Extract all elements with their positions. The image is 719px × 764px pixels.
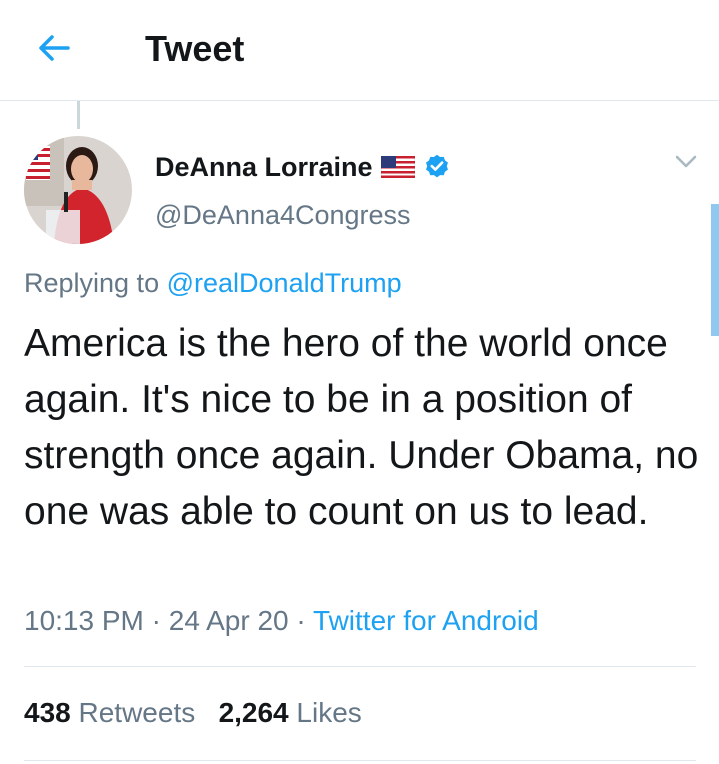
tweet-text: America is the hero of the world once ag…: [24, 322, 699, 533]
retweets-count: 438: [24, 697, 71, 728]
avatar-photo: [24, 136, 132, 244]
tweet-stats: 438 Retweets 2,264 Likes: [24, 697, 362, 729]
tweet-date: 24 Apr 20: [168, 605, 289, 636]
divider: [24, 666, 696, 667]
scrollbar[interactable]: [711, 204, 719, 336]
thread-connector-line: [77, 101, 80, 129]
replying-to-label: Replying to: [24, 268, 160, 298]
verified-badge-icon: [425, 154, 448, 178]
likes-stat[interactable]: 2,264 Likes: [219, 697, 362, 728]
retweets-label: Retweets: [78, 697, 196, 728]
author-name[interactable]: DeAnna Lorraine: [155, 152, 373, 183]
tweet-meta: 10:13 PM · 24 Apr 20 · Twitter for Andro…: [24, 605, 539, 637]
likes-count: 2,264: [218, 697, 289, 728]
page-title: Tweet: [145, 28, 245, 69]
meta-separator: ·: [151, 605, 161, 636]
likes-label: Likes: [296, 697, 362, 728]
avatar[interactable]: [24, 136, 132, 244]
top-bar: Tweet: [0, 0, 719, 101]
replying-to: Replying to @realDonaldTrump: [24, 268, 402, 299]
divider: [24, 760, 696, 761]
author-handle[interactable]: @DeAnna4Congress: [155, 200, 411, 231]
meta-separator: ·: [296, 605, 306, 636]
us-flag-icon: [380, 156, 415, 178]
tweet-source-link[interactable]: Twitter for Android: [313, 605, 539, 636]
arrow-left-icon[interactable]: [34, 28, 74, 68]
chevron-down-icon[interactable]: [675, 154, 697, 170]
tweet-time: 10:13 PM: [24, 605, 144, 636]
reply-mention-link[interactable]: @realDonaldTrump: [167, 268, 402, 298]
author-name-row[interactable]: DeAnna Lorraine: [155, 150, 451, 184]
retweets-stat[interactable]: 438 Retweets: [24, 697, 195, 728]
